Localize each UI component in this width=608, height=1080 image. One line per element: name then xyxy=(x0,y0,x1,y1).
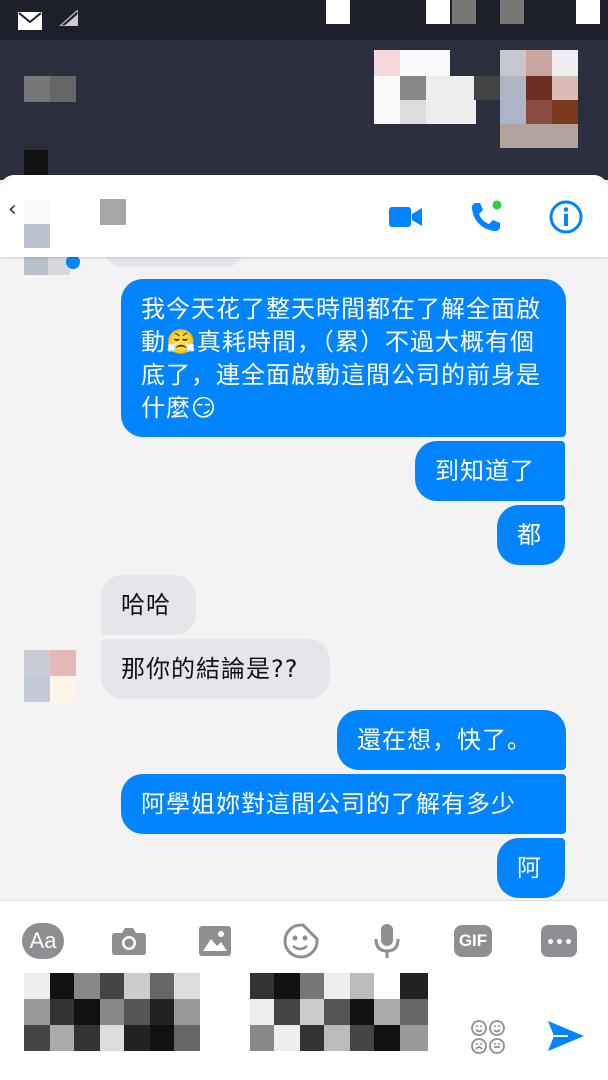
text-format-button[interactable]: Aa xyxy=(21,919,65,963)
phone-call-icon xyxy=(472,200,502,231)
message-bubble[interactable]: 阿學姐妳對這間公司的了解有多少 xyxy=(121,774,566,834)
background-overlay xyxy=(0,40,608,180)
contact-avatar-small xyxy=(24,650,76,702)
microphone-button[interactable] xyxy=(365,919,409,963)
aa-label: Aa xyxy=(22,923,64,959)
emoji-icon xyxy=(471,1020,505,1054)
message-bubble[interactable]: 到知道了 xyxy=(415,441,565,501)
contact-name[interactable] xyxy=(100,199,126,225)
gif-button[interactable]: GIF xyxy=(451,919,495,963)
composer: Aa GIF xyxy=(0,900,608,1080)
message-bubble[interactable]: 我今天花了整天時間都在了解全面啟動😤真耗時間，（累）不過大概有個底了，連全面啟動… xyxy=(121,279,566,437)
message-bubble[interactable]: 都 xyxy=(497,505,565,565)
message-list[interactable]: 我今天花了整天時間都在了解全面啟動😤真耗時間，（累）不過大概有個底了，連全面啟動… xyxy=(0,257,608,900)
camera-icon xyxy=(112,928,146,955)
sticker-button[interactable] xyxy=(279,919,323,963)
video-call-button[interactable] xyxy=(386,197,426,237)
info-button[interactable] xyxy=(546,197,586,237)
chat-header: ‹ xyxy=(0,175,608,257)
message-bubble[interactable]: 阿 xyxy=(497,838,565,898)
send-button[interactable] xyxy=(546,1019,588,1059)
back-button[interactable]: ‹ xyxy=(8,197,24,237)
camera-button[interactable] xyxy=(107,919,151,963)
message-bubble[interactable]: 那你的結論是?? xyxy=(101,639,330,699)
previous-message-bubble xyxy=(104,257,244,267)
gif-label: GIF xyxy=(454,925,492,957)
video-camera-icon xyxy=(389,207,422,227)
voice-call-button[interactable] xyxy=(466,197,506,237)
signal-icon xyxy=(58,10,78,26)
more-icon xyxy=(541,925,577,957)
emoji-button[interactable] xyxy=(470,1019,506,1059)
image-icon xyxy=(199,926,231,956)
sticker-icon xyxy=(283,923,319,959)
more-button[interactable] xyxy=(537,919,581,963)
status-bar xyxy=(0,0,608,40)
info-icon xyxy=(549,200,583,234)
read-receipt-avatar xyxy=(24,257,70,275)
send-icon xyxy=(548,1021,584,1051)
message-bubble[interactable]: 哈哈 xyxy=(101,575,196,635)
gallery-button[interactable] xyxy=(193,919,237,963)
microphone-icon xyxy=(374,924,400,958)
message-input[interactable] xyxy=(24,973,428,1073)
seen-check-icon xyxy=(66,257,80,269)
mail-icon xyxy=(18,12,42,30)
contact-avatar[interactable] xyxy=(24,200,76,248)
message-bubble[interactable]: 還在想，快了。 xyxy=(337,710,566,770)
